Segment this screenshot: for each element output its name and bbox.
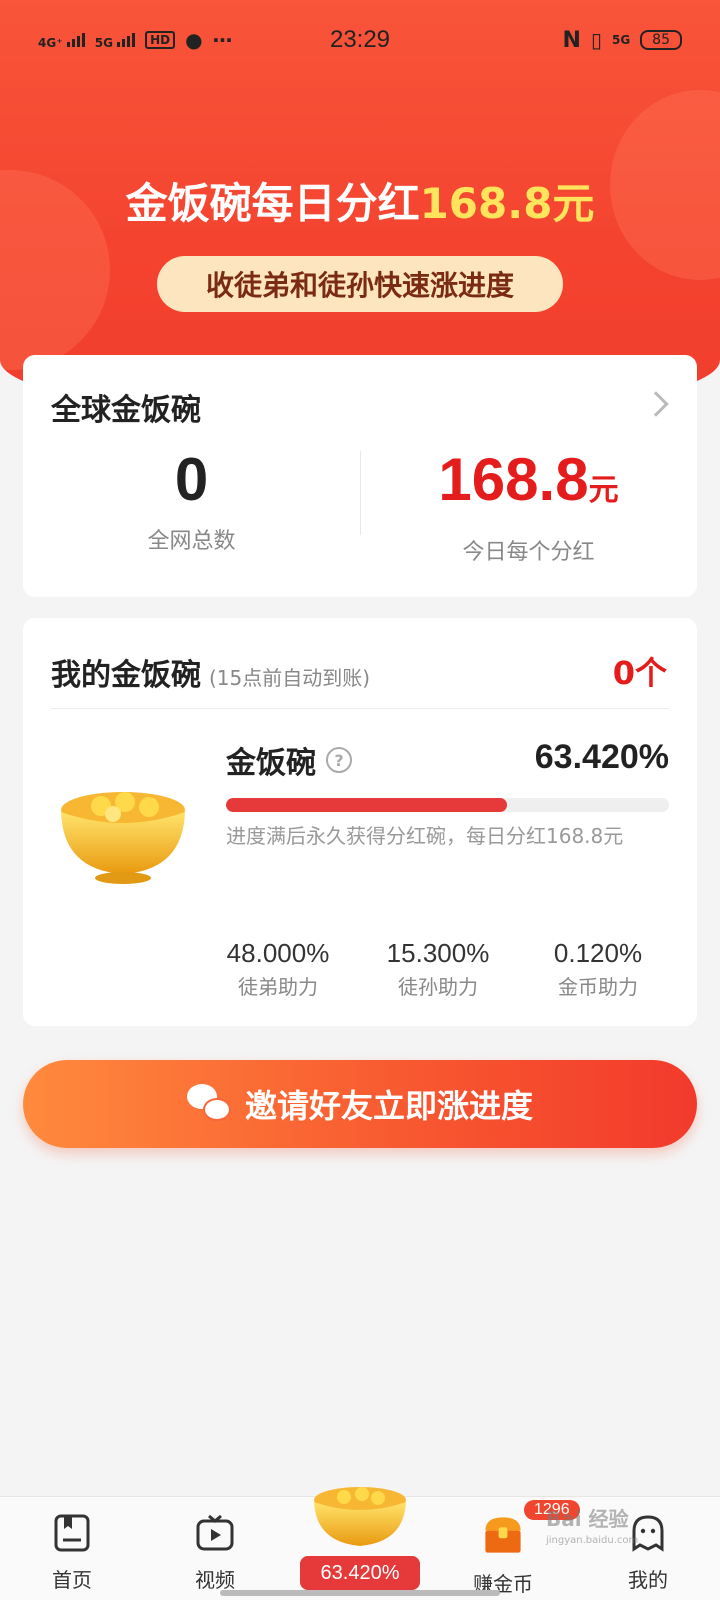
my-bowl-card: 我的金饭碗 (15点前自动到账) 0个 金饭碗 ? 63.420% 进度满后永久获…	[23, 618, 697, 1026]
boost-value: 48.000%	[226, 938, 330, 968]
boost-label: 徒弟助力	[238, 975, 318, 999]
bowl-name: 金饭碗 ?	[226, 738, 352, 782]
bowl-name-text: 金饭碗	[226, 746, 316, 781]
tab-video[interactable]: 视频	[155, 1513, 275, 1593]
progress-bar-fill	[226, 798, 507, 812]
boost-stat-coins: 0.120% 金币助力	[518, 938, 678, 1000]
watermark: Bai 经验 jingyan.baidu.com	[546, 1508, 638, 1552]
boost-stat-apprentice: 48.000% 徒弟助力	[198, 938, 358, 1000]
center-progress-pill: 63.420%	[300, 1556, 420, 1590]
dividend-value: 168.8	[438, 446, 589, 513]
golden-bowl-icon	[314, 1487, 406, 1546]
tab-mine-label: 我的	[628, 1568, 668, 1592]
home-indicator[interactable]	[220, 1590, 500, 1596]
progress-bar	[226, 798, 669, 812]
treasure-chest-icon	[485, 1517, 521, 1553]
hero-pill[interactable]: 收徒弟和徒孙快速涨进度	[157, 256, 563, 312]
wechat-icon	[186, 1084, 233, 1124]
chevron-right-icon[interactable]	[643, 391, 669, 417]
watermark-sub: jingyan.baidu.com	[546, 1535, 639, 1546]
total-count-stat: 0 全网总数	[23, 445, 360, 555]
total-count-value: 0	[174, 446, 209, 513]
dividend-unit: 元	[588, 474, 619, 507]
total-count-label: 全网总数	[147, 529, 236, 554]
boost-label: 徒孙助力	[398, 975, 478, 999]
tab-home[interactable]: 首页	[12, 1513, 132, 1593]
golden-bowl-icon	[61, 792, 185, 884]
hero-title: 金饭碗每日分红168.8元	[0, 170, 720, 231]
hero-amount: 168.8元	[419, 179, 595, 228]
my-bowl-count: 0个	[612, 654, 667, 692]
my-card-title-text: 我的金饭碗	[51, 658, 201, 693]
status-bar: 4G⁺ 5G HD ● ⋯ 23:29 N ▯ 5G 85	[0, 0, 720, 80]
my-card-note: (15点前自动到账)	[209, 666, 371, 690]
card-divider	[51, 708, 669, 709]
home-book-icon	[54, 1514, 90, 1552]
dividend-value-row: 168.8元	[360, 445, 697, 526]
dividend-label: 今日每个分红	[462, 540, 595, 565]
dividend-stat: 168.8元 今日每个分红	[360, 445, 697, 566]
boost-value: 15.300%	[386, 938, 490, 968]
invite-friends-button[interactable]: 邀请好友立即涨进度	[23, 1060, 697, 1148]
hero-title-text: 金饭碗每日分红	[125, 179, 420, 228]
clock: 23:29	[329, 26, 391, 53]
tab-video-label: 视频	[195, 1568, 235, 1592]
boost-stat-grand-apprentice: 15.300% 徒孙助力	[358, 938, 518, 1000]
video-icon	[196, 1514, 234, 1551]
boost-label: 金币助力	[558, 975, 638, 999]
bowl-progress-percent: 63.420%	[534, 738, 669, 776]
global-card-title: 全球金饭碗	[51, 393, 201, 428]
boost-stats: 48.000% 徒弟助力 15.300% 徒孙助力 0.120% 金币助力	[198, 938, 678, 1000]
bowl-description: 进度满后永久获得分红碗，每日分红168.8元	[226, 824, 624, 848]
help-icon[interactable]: ?	[326, 747, 352, 773]
my-card-title: 我的金饭碗 (15点前自动到账)	[51, 650, 370, 694]
boost-value: 0.120%	[553, 938, 643, 968]
watermark-text: Bai 经验	[546, 1507, 629, 1531]
tab-earn-coins[interactable]: 赚金币	[443, 1513, 563, 1597]
global-bowl-card[interactable]: 全球金饭碗 0 全网总数 168.8元 今日每个分红	[23, 355, 697, 597]
invite-button-label: 邀请好友立即涨进度	[244, 1087, 533, 1125]
tab-home-label: 首页	[52, 1568, 92, 1592]
tab-golden-bowl[interactable]: 63.420%	[300, 1470, 420, 1600]
